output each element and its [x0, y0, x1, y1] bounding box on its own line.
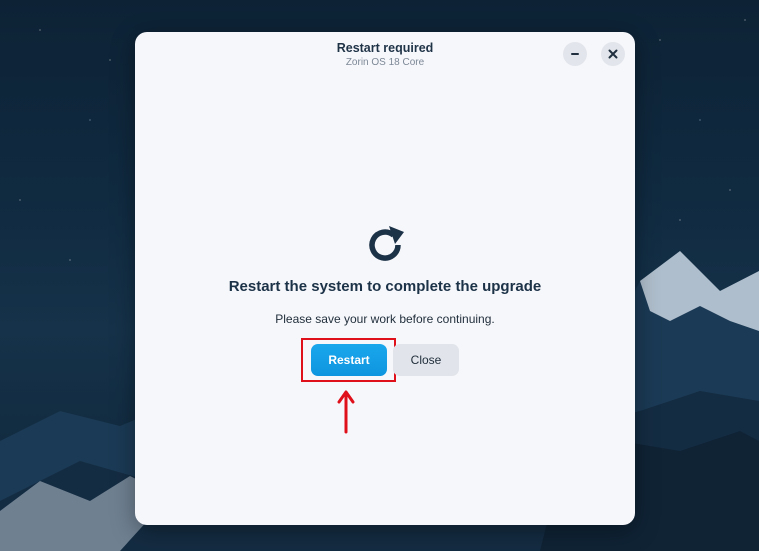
dialog-message: Please save your work before continuing. [275, 312, 495, 326]
refresh-icon [362, 222, 408, 268]
close-icon [608, 49, 618, 59]
dialog-headline: Restart the system to complete the upgra… [228, 278, 542, 295]
dialog-content: Restart the system to complete the upgra… [135, 222, 635, 326]
annotation-arrow-icon [337, 390, 355, 434]
dialog-subtitle: Zorin OS 18 Core [345, 57, 425, 68]
dialog-titlebar: Restart required Zorin OS 18 Core [135, 32, 635, 82]
dialog-buttons: Restart Close [135, 338, 635, 382]
restart-dialog: Restart required Zorin OS 18 Core Restar… [135, 32, 635, 525]
close-window-button[interactable] [601, 42, 625, 66]
minimize-button[interactable] [563, 42, 587, 66]
close-button[interactable]: Close [393, 344, 459, 376]
dialog-title: Restart required [336, 41, 434, 55]
minimize-icon [571, 53, 579, 55]
desktop-background: Restart required Zorin OS 18 Core Restar… [0, 0, 759, 551]
restart-button[interactable]: Restart [311, 344, 387, 376]
